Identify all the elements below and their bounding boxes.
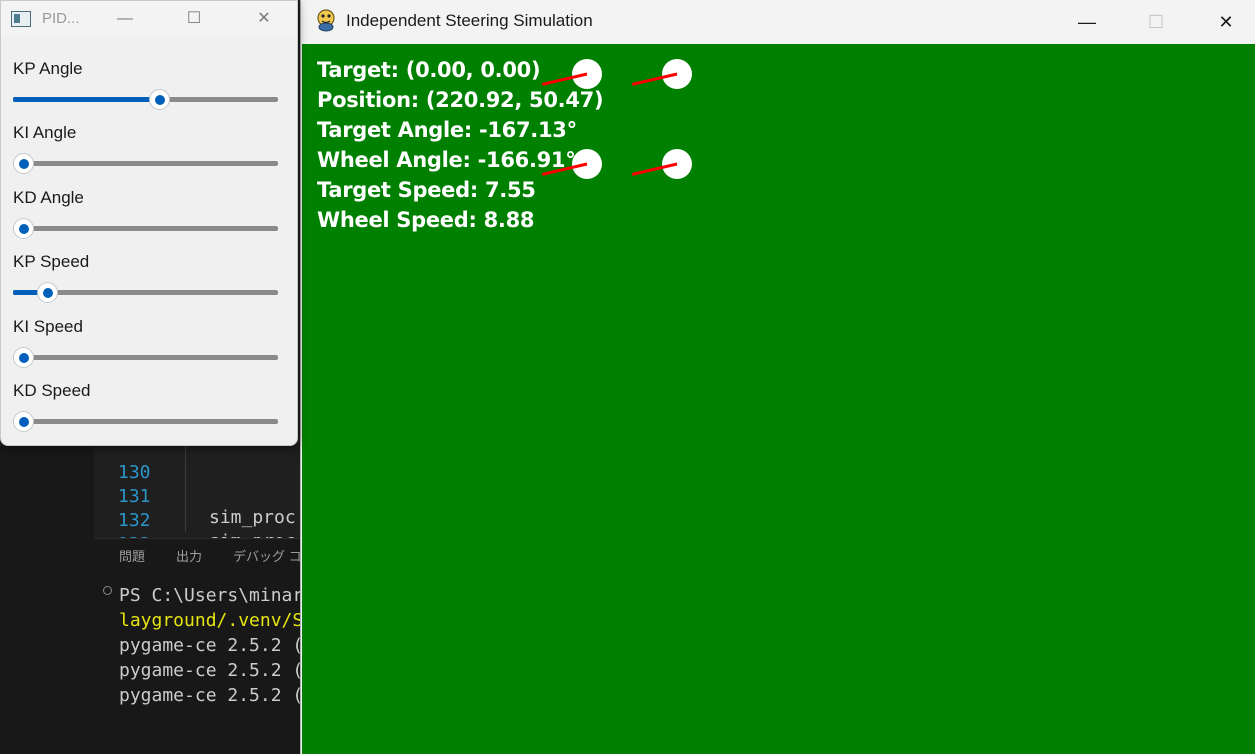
close-button[interactable]: ✕ bbox=[248, 7, 280, 31]
editor-indent-guide bbox=[185, 446, 186, 532]
wheel-rear-right bbox=[631, 149, 692, 179]
terminal-line: pygame-ce 2.5.2 ( bbox=[119, 660, 304, 681]
panel-tabs: 問題 出力 デバッグ コン bbox=[94, 539, 315, 569]
vscode-activity-area bbox=[0, 446, 94, 754]
wheel-layer bbox=[541, 59, 692, 179]
line-code: sim_proc bbox=[209, 507, 296, 528]
wheel-front-right bbox=[631, 59, 692, 89]
minimize-button[interactable]: — bbox=[1065, 8, 1109, 36]
slider-track[interactable] bbox=[13, 226, 278, 231]
slider-ki-angle[interactable] bbox=[13, 153, 278, 174]
slider-label-ki-speed: KI Speed bbox=[13, 317, 83, 336]
terminal-line: PS C:\Users\minar bbox=[119, 585, 304, 606]
slider-thumb[interactable] bbox=[13, 153, 34, 174]
pygame-snake-icon bbox=[317, 9, 335, 32]
terminal-line: pygame-ce 2.5.2 ( bbox=[119, 635, 304, 656]
slider-thumb[interactable] bbox=[13, 218, 34, 239]
slider-thumb[interactable] bbox=[13, 411, 34, 432]
sim-title-bar[interactable]: Independent Steering Simulation — ☐ ✕ bbox=[301, 0, 1255, 44]
wheel-rear-left bbox=[541, 149, 602, 179]
tab-output[interactable]: 出力 bbox=[176, 546, 202, 565]
pid-window: PID... — ☐ ✕ KP Angle KI Angle KD Angle KP … bbox=[0, 0, 298, 446]
slider-fill bbox=[13, 97, 159, 102]
app-window-icon bbox=[11, 11, 31, 27]
maximize-button[interactable]: ☐ bbox=[178, 7, 210, 31]
simulation-canvas[interactable]: Target: (0.00, 0.00) Position: (220.92, … bbox=[302, 44, 1255, 754]
minimize-button[interactable]: — bbox=[109, 7, 141, 31]
pid-window-title: PID... bbox=[42, 10, 80, 27]
pid-title-bar[interactable]: PID... — ☐ ✕ bbox=[1, 1, 297, 37]
sim-window-title: Independent Steering Simulation bbox=[346, 11, 593, 30]
command-status-icon bbox=[103, 586, 112, 595]
slider-kp-angle[interactable] bbox=[13, 89, 278, 110]
slider-label-ki-angle: KI Angle bbox=[13, 123, 77, 142]
editor-line: 132 sim_proc bbox=[94, 489, 296, 552]
slider-kd-speed[interactable] bbox=[13, 411, 278, 432]
terminal-line: pygame-ce 2.5.2 ( bbox=[119, 685, 304, 706]
slider-kd-angle[interactable] bbox=[13, 218, 278, 239]
editor-line: 133 bbox=[94, 513, 181, 555]
slider-kp-speed[interactable] bbox=[13, 282, 278, 303]
simulation-window: Independent Steering Simulation — ☐ ✕ Ta… bbox=[300, 0, 1255, 754]
maximize-button[interactable]: ☐ bbox=[1134, 8, 1178, 36]
slider-thumb[interactable] bbox=[13, 347, 34, 368]
wheel-front-left bbox=[541, 59, 602, 89]
vscode-editor[interactable]: 130 131 sim_proc 132 sim_proc 133 bbox=[94, 446, 300, 555]
slider-track[interactable] bbox=[13, 355, 278, 360]
slider-track[interactable] bbox=[13, 161, 278, 166]
slider-track[interactable] bbox=[13, 419, 278, 424]
slider-ki-speed[interactable] bbox=[13, 347, 278, 368]
close-button[interactable]: ✕ bbox=[1204, 8, 1248, 36]
vscode-panel: 問題 出力 デバッグ コン PS C:\Users\minar laygroun… bbox=[94, 538, 315, 754]
slider-label-kp-angle: KP Angle bbox=[13, 59, 83, 78]
terminal-line: layground/.venv/S bbox=[119, 610, 304, 631]
slider-label-kd-angle: KD Angle bbox=[13, 188, 84, 207]
slider-label-kd-speed: KD Speed bbox=[13, 381, 91, 400]
tab-problems[interactable]: 問題 bbox=[119, 546, 145, 565]
slider-thumb[interactable] bbox=[37, 282, 59, 303]
slider-label-kp-speed: KP Speed bbox=[13, 252, 90, 271]
editor-line: 131 sim_proc bbox=[94, 465, 296, 528]
slider-thumb[interactable] bbox=[148, 89, 170, 110]
